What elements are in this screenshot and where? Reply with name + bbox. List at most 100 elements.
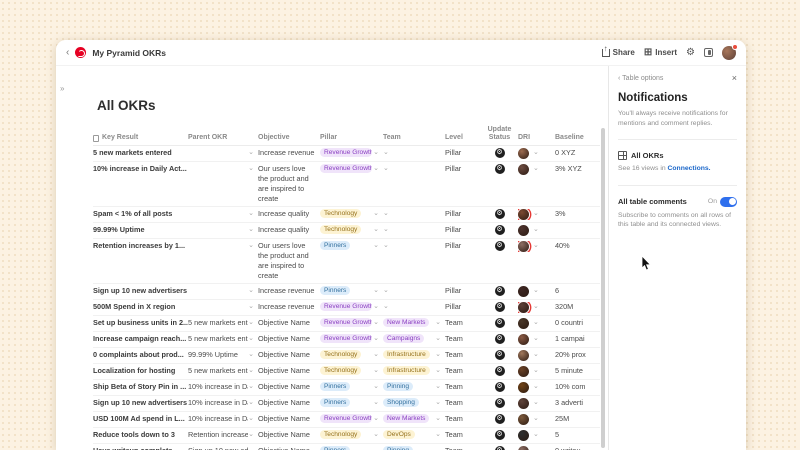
cell-pillar[interactable]: Technology ⌄ xyxy=(320,366,383,376)
dri-avatar[interactable] xyxy=(518,430,529,442)
comments-toggle[interactable] xyxy=(720,196,737,207)
cell-baseline[interactable]: 5 xyxy=(555,430,600,440)
cell-pillar[interactable]: Technology ⌄ xyxy=(320,209,383,219)
chevron-down-icon[interactable]: ⌄ xyxy=(248,148,254,158)
cell-update-status[interactable]: ⚙ xyxy=(485,382,518,393)
dri-avatar[interactable] xyxy=(518,164,529,176)
cell-key-result[interactable]: 99.99% Uptime xyxy=(93,225,188,235)
cell-parent-okr[interactable]: ⌄ xyxy=(188,164,258,174)
chevron-down-icon[interactable]: ⌄ xyxy=(533,350,539,360)
cell-dri[interactable]: ⌄ xyxy=(518,286,555,298)
cell-objective[interactable]: Objective Name xyxy=(258,446,320,450)
cell-dri[interactable]: ⌄ xyxy=(518,366,555,378)
dri-avatar[interactable] xyxy=(518,148,529,160)
dri-avatar[interactable] xyxy=(518,286,529,298)
status-gear-icon[interactable]: ⚙ xyxy=(494,366,505,377)
cell-team[interactable]: Pinning⌄ xyxy=(383,382,445,392)
chevron-down-icon[interactable]: ⌄ xyxy=(248,318,254,328)
cell-update-status[interactable]: ⚙ xyxy=(485,414,518,425)
dri-avatar[interactable] xyxy=(518,382,529,394)
cell-dri[interactable]: ⌄ xyxy=(518,446,555,450)
cell-baseline[interactable]: 0 XYZ xyxy=(555,148,600,158)
chevron-down-icon[interactable]: ⌄ xyxy=(373,414,379,424)
chevron-down-icon[interactable]: ⌄ xyxy=(435,366,441,376)
cell-objective[interactable]: Objective Name xyxy=(258,430,320,440)
cell-objective[interactable]: Objective Name xyxy=(258,398,320,408)
cell-dri[interactable]: ⌄ xyxy=(518,350,555,362)
status-gear-icon[interactable]: ⚙ xyxy=(494,164,505,175)
column-header-level[interactable]: Level xyxy=(445,134,485,142)
cell-level[interactable]: Pillar xyxy=(445,302,485,312)
chevron-down-icon[interactable]: ⌄ xyxy=(248,241,254,251)
cell-level[interactable]: Pillar xyxy=(445,148,485,158)
status-gear-icon[interactable]: ⚙ xyxy=(494,414,505,425)
chevron-down-icon[interactable]: ⌄ xyxy=(533,334,539,344)
cell-objective[interactable]: Increase revenue xyxy=(258,148,320,158)
cell-key-result[interactable]: 500M Spend in X region xyxy=(93,302,188,312)
cell-key-result[interactable]: USD 100M Ad spend in L... xyxy=(93,414,188,424)
cell-baseline[interactable]: 0 countri xyxy=(555,318,600,328)
chevron-down-icon[interactable]: ⌄ xyxy=(248,366,254,376)
cell-baseline[interactable]: 3 adverti xyxy=(555,398,600,408)
cell-update-status[interactable]: ⚙ xyxy=(485,225,518,236)
cell-pillar[interactable]: Pinners⌄ xyxy=(320,241,383,251)
cell-pillar[interactable]: Revenue Growth ⌄ xyxy=(320,334,383,344)
cell-team[interactable]: Infrastructure ⌄ xyxy=(383,366,445,376)
cell-team[interactable]: Infrastructure ⌄ xyxy=(383,350,445,360)
cell-baseline[interactable]: 20% prox xyxy=(555,350,600,360)
cell-key-result[interactable]: Have writeup complete xyxy=(93,446,188,450)
chevron-down-icon[interactable]: ⌄ xyxy=(248,164,254,174)
cell-level[interactable]: Team xyxy=(445,334,485,344)
cell-key-result[interactable]: Increase campaign reach... xyxy=(93,334,188,344)
cell-team[interactable]: Campaigns ⌄ xyxy=(383,334,445,344)
chevron-down-icon[interactable]: ⌄ xyxy=(383,148,389,158)
cell-objective[interactable]: Objective Name xyxy=(258,366,320,376)
cell-key-result[interactable]: 5 new markets entered xyxy=(93,148,188,158)
status-gear-icon[interactable]: ⚙ xyxy=(494,241,505,252)
chevron-down-icon[interactable]: ⌄ xyxy=(383,241,389,251)
dri-avatar[interactable] xyxy=(518,225,529,237)
column-header-team[interactable]: Team xyxy=(383,134,445,142)
cell-key-result[interactable]: Localization for hosting xyxy=(93,366,188,376)
chevron-down-icon[interactable]: ⌄ xyxy=(248,334,254,344)
dri-avatar[interactable] xyxy=(518,446,529,450)
cell-dri[interactable]: ⌄ xyxy=(518,334,555,346)
status-gear-icon[interactable]: ⚙ xyxy=(494,286,505,297)
back-icon[interactable]: ‹ xyxy=(66,47,69,58)
cell-baseline[interactable]: 3% XYZ xyxy=(555,164,600,174)
cell-update-status[interactable]: ⚙ xyxy=(485,318,518,329)
chevron-down-icon[interactable]: ⌄ xyxy=(248,382,254,392)
chevron-down-icon[interactable]: ⌄ xyxy=(533,225,539,235)
chevron-down-icon[interactable]: ⌄ xyxy=(533,209,539,219)
chevron-down-icon[interactable]: ⌄ xyxy=(435,446,441,450)
cell-pillar[interactable]: Revenue Growth ⌄ xyxy=(320,414,383,424)
dri-avatar[interactable] xyxy=(518,414,529,426)
cell-level[interactable]: Pillar xyxy=(445,164,485,174)
cell-team[interactable]: ⌄ xyxy=(383,209,445,219)
cell-parent-okr[interactable]: Sign up 10 new adver⌄ xyxy=(188,446,258,450)
panel-back-button[interactable]: ‹ Table options xyxy=(618,75,663,82)
cell-pillar[interactable]: Revenue Growth ⌄ xyxy=(320,318,383,328)
cell-parent-okr[interactable]: ⌄ xyxy=(188,241,258,251)
chevron-down-icon[interactable]: ⌄ xyxy=(373,225,379,235)
status-gear-icon[interactable]: ⚙ xyxy=(494,430,505,441)
chevron-down-icon[interactable]: ⌄ xyxy=(533,302,539,312)
cell-level[interactable]: Team xyxy=(445,414,485,424)
cell-baseline[interactable]: 3% xyxy=(555,209,600,219)
cell-parent-okr[interactable]: 10% increase in Daily⌄ xyxy=(188,382,258,392)
dri-avatar[interactable] xyxy=(518,366,529,378)
cell-level[interactable]: Team xyxy=(445,350,485,360)
cell-dri[interactable]: ⌄ xyxy=(518,414,555,426)
cell-dri[interactable]: ⌄ xyxy=(518,164,555,176)
chevron-down-icon[interactable]: ⌄ xyxy=(248,302,254,312)
cell-parent-okr[interactable]: ⌄ xyxy=(188,286,258,296)
cell-level[interactable]: Team xyxy=(445,398,485,408)
dri-avatar[interactable] xyxy=(518,241,529,253)
cell-pillar[interactable]: Pinners⌄ xyxy=(320,286,383,296)
status-gear-icon[interactable]: ⚙ xyxy=(494,302,505,313)
cell-pillar[interactable]: Pinners⌄ xyxy=(320,398,383,408)
cell-baseline[interactable]: 5 minute xyxy=(555,366,600,376)
chevron-down-icon[interactable]: ⌄ xyxy=(248,209,254,219)
chevron-down-icon[interactable]: ⌄ xyxy=(533,148,539,158)
status-gear-icon[interactable]: ⚙ xyxy=(494,209,505,220)
